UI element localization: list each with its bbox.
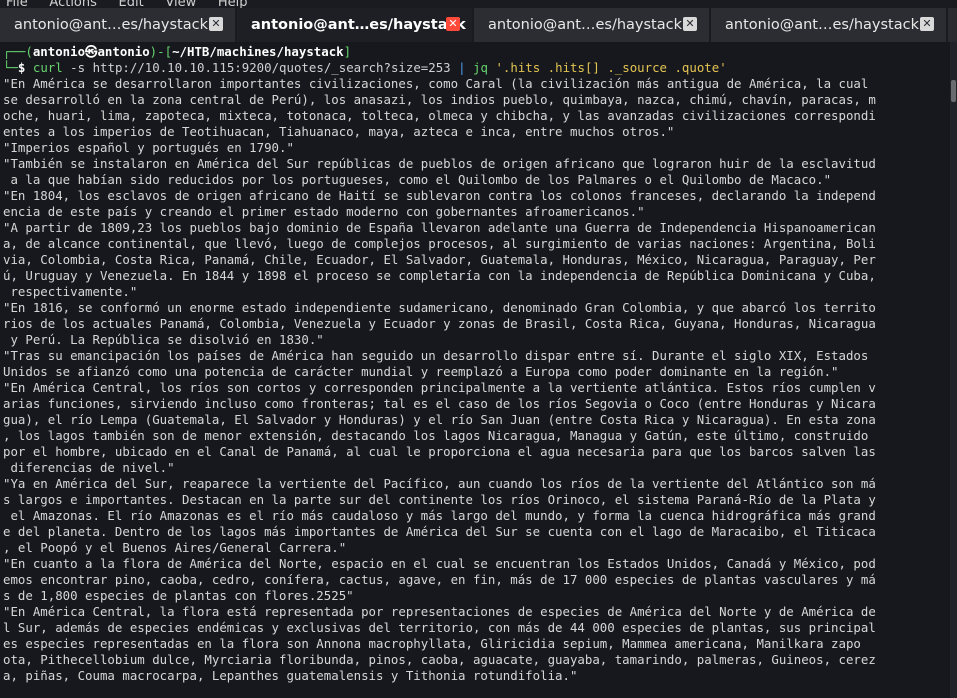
- output-line: "En América Central, la flora está repre…: [3, 604, 876, 619]
- output-line: el Amazonas. El río Amazonas es el río m…: [3, 508, 876, 523]
- output-line: diferencias de nivel.": [3, 460, 175, 475]
- output-line: "También se instalaron en América del Su…: [3, 156, 876, 171]
- output-line: "En América Central, los ríos son cortos…: [3, 380, 876, 395]
- command-filter: '.hits .hits[] ._source .quote': [495, 60, 727, 75]
- output-line: gua), el río Lempa (Guatemala, El Salvad…: [3, 412, 876, 427]
- prompt-symbol: $: [17, 60, 26, 75]
- prompt-bracket: ]: [343, 44, 352, 59]
- close-icon[interactable]: ✕: [446, 17, 460, 31]
- command-pipe: |: [458, 60, 466, 75]
- output-line: a, piñas, Couma macrocarpa, Lepanthes gu…: [3, 668, 578, 683]
- output-line: entes a los imperios de Teotihuacan, Tia…: [3, 124, 675, 139]
- terminal-tab-1[interactable]: antonio@ant…es/haystack ✕: [0, 8, 237, 42]
- output-line: oche, huari, lima, zapoteca, mixteca, to…: [3, 108, 876, 123]
- output-line: a la que habían sido reducidos por los p…: [3, 172, 832, 187]
- prompt-corner: └─: [3, 60, 18, 75]
- menu-help[interactable]: Help: [218, 0, 248, 8]
- output-line: e del planeta. Dentro de los lagos más i…: [3, 524, 876, 539]
- output-line: a, de alcance continental, que llevó, lu…: [3, 236, 876, 251]
- output-line: ú, Uruguay y Venezuela. En 1844 y 1898 e…: [3, 268, 876, 283]
- output-line: "A partir de 1809,23 los pueblos bajo do…: [3, 220, 876, 235]
- tab-label: antonio@ant…es/haystack: [251, 17, 466, 33]
- output-line: respectivamente.": [3, 284, 138, 299]
- prompt-bracket: )-[: [149, 44, 173, 59]
- output-line: se desarrolló en la zona central de Perú…: [3, 92, 876, 107]
- close-icon[interactable]: ✕: [209, 17, 223, 31]
- command-url: http://10.10.10.115:9200/quotes/_search?…: [92, 60, 451, 75]
- prompt-user: antonio㉿antonio: [32, 44, 150, 59]
- terminal-tab-2[interactable]: antonio@ant…es/haystack ✕: [237, 8, 474, 42]
- terminal-tab-3[interactable]: antonio@ant…es/haystack ✕: [474, 8, 711, 42]
- command-jq: jq: [473, 60, 488, 75]
- terminal-tab-4[interactable]: antonio@ant…es/haystack ✕: [711, 8, 948, 42]
- output-line: rios de los actuales Panamá, Colombia, V…: [3, 316, 876, 331]
- output-line: , los lagos también son de menor extensi…: [3, 428, 869, 443]
- close-icon[interactable]: ✕: [920, 17, 934, 31]
- prompt-line-2: └─$ curl -s http://10.10.10.115:9200/quo…: [3, 60, 950, 76]
- command-name: curl: [32, 60, 63, 75]
- output-line: s de 1,800 especies de plantas con flore…: [3, 588, 354, 603]
- menu-edit[interactable]: Edit: [119, 0, 144, 8]
- output-line: "Imperios español y portugués en 1790.": [3, 140, 294, 155]
- output-line: emos encontrar pino, caoba, cedro, coníf…: [3, 572, 876, 587]
- menu-view[interactable]: View: [165, 0, 196, 8]
- scrollbar-thumb[interactable]: [951, 80, 956, 102]
- output-line: via, Colombia, Costa Rica, Panamá, Chile…: [3, 252, 876, 267]
- output-line: l Sur, además de especies endémicas y ex…: [3, 620, 876, 635]
- output-line: s largos e importantes. Destacan en la p…: [3, 492, 876, 507]
- output-line: Unidos se afianzó como una potencia de c…: [3, 364, 839, 379]
- command-flag: -s: [70, 60, 86, 75]
- output-line: , el Poopó y el Buenos Aires/General Car…: [3, 540, 347, 555]
- output-line: "Tras su emancipación los países de Amér…: [3, 348, 869, 363]
- output-line: ota, Pithecellobium dulce, Myrciaria flo…: [3, 652, 876, 667]
- output-line: "En 1816, se conformó un enorme estado i…: [3, 300, 876, 315]
- command-output: "En América se desarrollaron importantes…: [3, 76, 950, 684]
- menu-bar: File Actions Edit View Help: [0, 0, 957, 8]
- close-icon[interactable]: ✕: [683, 17, 697, 31]
- terminal-output[interactable]: ┌──(antonio㉿antonio)-[~/HTB/machines/hay…: [0, 42, 950, 698]
- tab-label: antonio@ant…es/haystack: [725, 17, 919, 33]
- menu-file[interactable]: File: [6, 0, 28, 8]
- prompt-line-1: ┌──(antonio㉿antonio)-[~/HTB/machines/hay…: [3, 44, 950, 60]
- output-line: encia de este país y creando el primer e…: [3, 204, 645, 219]
- prompt-bracket: ┌──(: [3, 44, 33, 59]
- output-line: por el hombre, ubicado en el Canal de Pa…: [3, 444, 876, 459]
- tab-label: antonio@ant…es/haystack: [14, 17, 208, 33]
- tab-bar: antonio@ant…es/haystack ✕ antonio@ant…es…: [0, 8, 957, 42]
- output-line: "Ya en América del Sur, reaparece la ver…: [3, 476, 876, 491]
- output-line: "En cuanto a la flora de América del Nor…: [3, 556, 876, 571]
- tab-label: antonio@ant…es/haystack: [488, 17, 682, 33]
- output-line: y Perú. La República se disolvió en 1830…: [3, 332, 324, 347]
- menu-actions[interactable]: Actions: [49, 0, 97, 8]
- output-line: arias funciones, sirviendo incluso como …: [3, 396, 876, 411]
- output-line: "En 1804, los esclavos de origen african…: [3, 188, 876, 203]
- output-line: "En América se desarrollaron importantes…: [3, 76, 869, 91]
- output-line: es especies representadas en la flora so…: [3, 636, 861, 651]
- scrollbar[interactable]: [950, 42, 957, 698]
- prompt-path: ~/HTB/machines/haystack: [172, 44, 344, 59]
